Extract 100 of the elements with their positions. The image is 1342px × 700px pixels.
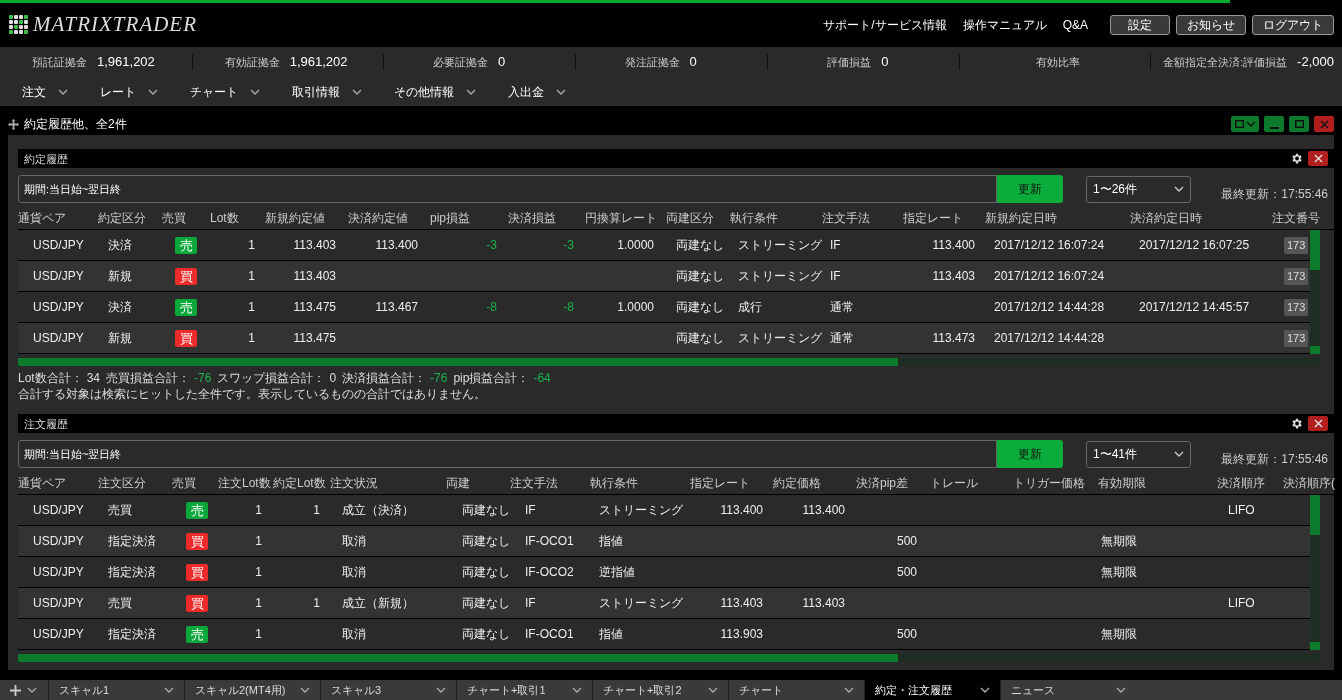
summary-value: 0 (689, 53, 697, 72)
order-number-badge: 173 (1284, 298, 1309, 316)
header-link[interactable]: Q&A (1062, 15, 1088, 34)
menu-item[interactable]: 取引情報 (292, 82, 362, 101)
chevron-down-icon (708, 687, 718, 693)
table-cell-text: ストリーミング (738, 330, 822, 348)
table-row[interactable]: USD/JPY 売買 買 1 1 成立（新規） 両建なし IF ストリーミング 113.403 113.403 LIFO (18, 588, 1310, 620)
column-header[interactable]: 注文区分 (98, 474, 146, 493)
total-label: 決済損益合計： (342, 370, 427, 388)
header-button[interactable]: お知らせ (1176, 14, 1246, 35)
refresh-button[interactable]: 更新 (997, 175, 1063, 204)
table-cell-text: 113.403 (720, 595, 763, 613)
column-header[interactable]: 注文状況 (330, 474, 378, 493)
chevron-down-icon (148, 88, 158, 95)
column-header[interactable]: 指定レート (903, 209, 963, 228)
header-button[interactable]: ログアウト (1252, 14, 1334, 35)
table-cell-text: 指値 (599, 626, 623, 644)
table-cell-text: LIFO (1228, 595, 1255, 613)
settings-icon[interactable] (1290, 152, 1303, 166)
settings-icon[interactable] (1290, 417, 1303, 431)
close-icon (1313, 419, 1323, 429)
summary-value: -2,000 (1297, 53, 1334, 72)
table-cell-text: USD/JPY (33, 533, 84, 551)
table-cell-text: IF-OCO1 (525, 533, 574, 551)
total-value: 34 (86, 370, 101, 388)
column-header[interactable]: 決済順序 (1217, 474, 1265, 493)
table-cell-text: 1 (255, 502, 262, 520)
column-header[interactable]: 指定レート (690, 474, 750, 493)
period-field[interactable]: 期間:当日始~翌日終 (18, 175, 997, 204)
table-cell-text: 500 (896, 564, 917, 582)
total-value: 0 (329, 370, 337, 388)
column-header[interactable]: トレール (930, 474, 978, 493)
column-header[interactable]: 両建区分 (666, 209, 714, 228)
workspace-tab[interactable]: 約定・注文履歴 (864, 680, 1000, 700)
column-header[interactable]: トリガー価格 (1013, 474, 1085, 493)
column-header[interactable]: 新規約定値 (265, 209, 325, 228)
column-header[interactable]: 注文手法 (822, 209, 870, 228)
column-header[interactable]: 決済約定値 (348, 209, 408, 228)
table-row[interactable]: USD/JPY 新規 買 1 113.475 両建なし ストリーミング 通常 113.473 2017/12/12 14:44:28 173 (18, 323, 1310, 355)
table-cell-text: 両建なし (462, 564, 510, 582)
table-row[interactable]: USD/JPY 指定決済 買 1 取消 両建なし IF-OCO1 指値 500 無期限 (18, 526, 1310, 558)
summary-value: 1,961,202 (97, 53, 155, 72)
column-header[interactable]: 決済pip差 (856, 474, 908, 493)
menu-item[interactable]: レート (100, 82, 158, 101)
column-header[interactable]: 注文Lot数 (218, 474, 271, 493)
vertical-scrollbar[interactable] (1310, 230, 1320, 355)
minimize-button[interactable] (1264, 116, 1284, 133)
add-icon[interactable] (10, 684, 21, 696)
table-cell-text: 成立（新規） (342, 595, 414, 613)
menu-item[interactable]: 入出金 (508, 82, 566, 101)
column-header[interactable]: 決済約定日時 (1130, 209, 1202, 228)
column-header[interactable]: 約定区分 (98, 209, 146, 228)
menu-item[interactable]: チャート (190, 82, 260, 101)
table-cell-text: 113.403 (932, 268, 975, 286)
column-header[interactable]: 有効期限 (1098, 474, 1146, 493)
column-header[interactable]: 円換算レート (585, 209, 657, 228)
summary-label: 評価損益 (827, 54, 872, 70)
column-header[interactable]: 約定価格 (773, 474, 821, 493)
summary-label: 有効比率 (1036, 54, 1081, 70)
column-header[interactable]: Lot数 (210, 209, 239, 228)
chevron-down-icon (1174, 186, 1184, 193)
column-header[interactable]: 通貨ペア (18, 209, 66, 228)
table-cell-text: 逆指値 (599, 564, 635, 582)
close-button[interactable] (1308, 151, 1328, 167)
column-header[interactable]: 決済順序( (1283, 474, 1335, 493)
menu-item[interactable]: その他情報 (394, 82, 476, 101)
total-label: 売買損益合計： (106, 370, 191, 388)
column-header[interactable]: 注文番号 (1272, 209, 1320, 228)
column-header[interactable]: 新規約定日時 (985, 209, 1057, 228)
column-header[interactable]: 注文手法 (510, 474, 558, 493)
column-header[interactable]: 売買 (162, 209, 186, 228)
table-cell-text: 1 (313, 502, 320, 520)
table-row[interactable]: USD/JPY 新規 買 1 113.403 両建なし ストリーミング IF 113.403 2017/12/12 16:07:24 173 (18, 261, 1310, 293)
order-number-badge: 173 (1284, 236, 1309, 254)
move-icon[interactable] (8, 118, 19, 130)
column-header[interactable]: 執行条件 (590, 474, 638, 493)
refresh-button[interactable]: 更新 (997, 440, 1063, 469)
table-cell-text: 113.400 (720, 502, 763, 520)
column-header[interactable]: 売買 (172, 474, 196, 493)
horizontal-scrollbar[interactable] (18, 654, 1320, 663)
column-header[interactable]: 両建 (446, 474, 470, 493)
table-cell-text: USD/JPY (33, 299, 84, 317)
column-header[interactable]: pip損益 (430, 209, 470, 228)
column-header[interactable]: 執行条件 (730, 209, 778, 228)
header-link[interactable]: サポート/サービス情報 (823, 15, 947, 34)
close-button[interactable] (1308, 416, 1328, 432)
maximize-button[interactable] (1289, 116, 1309, 133)
column-header[interactable]: 約定Lot数 (273, 474, 326, 493)
table-cell-text: 指定決済 (108, 564, 156, 582)
range-select[interactable]: 1〜26件 (1086, 175, 1191, 203)
column-header[interactable]: 決済損益 (508, 209, 556, 228)
header-link[interactable]: 操作マニュアル (962, 15, 1047, 34)
header-button[interactable]: 設定 (1110, 14, 1170, 35)
horizontal-scrollbar[interactable] (18, 358, 1320, 367)
range-select[interactable]: 1〜41件 (1086, 440, 1191, 468)
period-field[interactable]: 期間:当日始~翌日終 (18, 440, 997, 469)
vertical-scrollbar[interactable] (1310, 495, 1320, 651)
column-header[interactable]: 通貨ペア (18, 474, 66, 493)
menu-item[interactable]: 注文 (22, 82, 68, 101)
layout-dropdown-button[interactable] (1231, 116, 1259, 133)
